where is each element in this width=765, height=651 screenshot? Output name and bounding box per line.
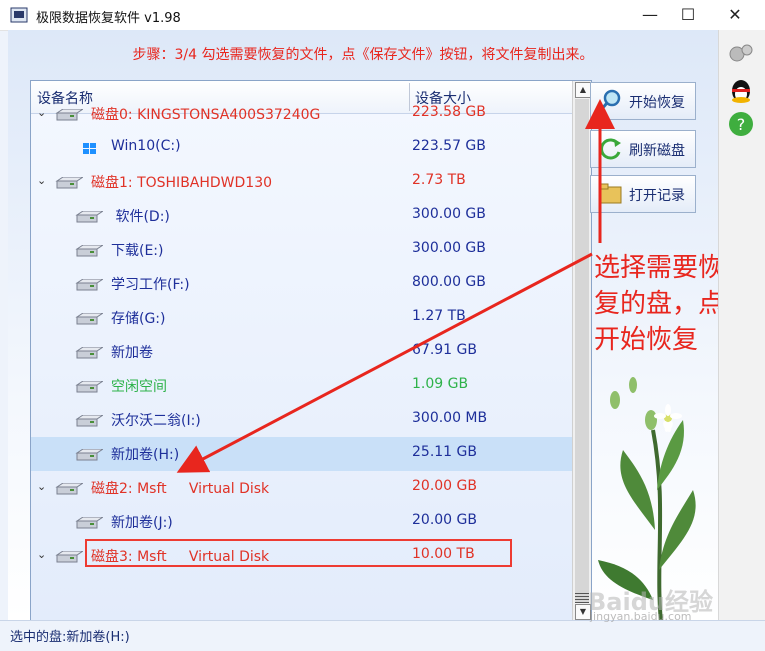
right-side-toolbar: ? xyxy=(718,30,765,620)
main-client-area: 步骤：3/4 勾选需要恢复的文件，点《保存文件》按钮，将文件复制出来。 设备名称… xyxy=(8,30,724,640)
scroll-thumb[interactable] xyxy=(575,99,589,599)
vertical-scrollbar[interactable]: ▲ ▼ xyxy=(572,81,591,621)
scroll-grip xyxy=(575,593,589,603)
chevron-down-icon[interactable]: ⌄ xyxy=(37,548,46,561)
refresh-icon xyxy=(600,138,621,160)
open-log-label: 打开记录 xyxy=(629,188,685,204)
hdd-icon xyxy=(55,177,83,189)
selection-highlight-box xyxy=(85,539,512,567)
device-row[interactable]: 存储(G:) 1.27 TB xyxy=(31,301,572,335)
device-list-panel: 设备名称 设备大小 ⌄ 磁盘0: KINGSTONSA400S37240G 223.… xyxy=(30,80,592,622)
device-name: 磁盘1: TOSHIBAHDWD130 xyxy=(91,175,273,191)
device-size: 223.58 GB xyxy=(412,104,486,120)
device-row-selected[interactable]: 新加卷(H:) 25.11 GB xyxy=(31,437,572,471)
device-name: 软件(D:) xyxy=(111,209,170,225)
device-size: 2.73 TB xyxy=(412,172,466,188)
drive-icon xyxy=(75,279,103,291)
refresh-disks-button[interactable]: 刷新磁盘 xyxy=(590,130,696,168)
device-size: 1.27 TB xyxy=(412,308,466,324)
scroll-up-arrow[interactable]: ▲ xyxy=(575,82,591,98)
device-row[interactable]: ⌄ 磁盘2: Msft Virtual Disk 20.00 GB xyxy=(31,471,572,505)
device-name: 新加卷(H:) xyxy=(111,447,180,463)
device-name: 新加卷(J:) xyxy=(111,515,173,531)
device-size: 67.91 GB xyxy=(412,342,477,358)
window-title: 极限数据恢复软件 v1.98 xyxy=(36,11,181,26)
device-size: 300.00 GB xyxy=(412,206,486,222)
folder-icon xyxy=(598,183,622,204)
app-window: 极限数据恢复软件 v1.98 — ☐ ✕ 步骤：3/4 勾选需要恢复的文件，点《… xyxy=(0,0,765,651)
device-row[interactable]: ⌄ 磁盘1: TOSHIBAHDWD130 2.73 TB xyxy=(31,165,572,199)
drive-icon xyxy=(75,245,103,257)
start-recovery-button[interactable]: 开始恢复 xyxy=(590,82,696,120)
device-size: 300.00 MB xyxy=(412,410,488,426)
device-row[interactable]: 下载(E:) 300.00 GB xyxy=(31,233,572,267)
device-name: 存储(G:) xyxy=(111,311,166,327)
hdd-icon xyxy=(55,483,83,495)
drive-icon xyxy=(75,211,103,223)
windows-icon xyxy=(83,143,96,154)
app-icon xyxy=(10,7,28,23)
drive-icon xyxy=(75,517,103,529)
device-name: 磁盘0: KINGSTONSA400S37240G xyxy=(91,107,321,123)
device-row[interactable]: 空闲空间 1.09 GB xyxy=(31,369,572,403)
device-name: 沃尔沃二翁(I:) xyxy=(111,413,201,429)
device-row[interactable]: 新加卷(J:) 20.00 GB xyxy=(31,505,572,539)
open-log-button[interactable]: 打开记录 xyxy=(590,175,696,213)
device-size: 20.00 GB xyxy=(412,512,477,528)
device-name: Win10(C:) xyxy=(111,138,181,154)
status-text: 选中的盘:新加卷(H:) xyxy=(10,630,130,645)
device-row[interactable]: 新加卷 67.91 GB xyxy=(31,335,572,369)
drive-icon xyxy=(75,381,103,393)
device-name: 空闲空间 xyxy=(111,379,167,395)
chevron-down-icon[interactable]: ⌄ xyxy=(37,480,46,493)
device-name: 下载(E:) xyxy=(111,243,164,259)
device-size: 300.00 GB xyxy=(412,240,486,256)
device-name: 新加卷 xyxy=(111,345,153,361)
close-button[interactable]: ✕ xyxy=(712,0,758,30)
device-row[interactable]: Win10(C:) 223.57 GB xyxy=(31,131,572,165)
device-name: 学习工作(F:) xyxy=(111,277,190,293)
device-name: 磁盘2: Msft Virtual Disk xyxy=(91,481,270,497)
drive-icon xyxy=(75,347,103,359)
hdd-icon xyxy=(55,109,83,121)
drive-icon xyxy=(75,313,103,325)
maximize-button[interactable]: ☐ xyxy=(665,0,711,30)
gears-icon[interactable] xyxy=(727,40,755,68)
svg-text:?: ? xyxy=(737,115,746,134)
qq-penguin-icon[interactable] xyxy=(727,76,755,104)
start-recovery-label: 开始恢复 xyxy=(629,95,685,111)
title-bar[interactable]: 极限数据恢复软件 v1.98 — ☐ ✕ xyxy=(0,0,765,31)
device-row[interactable]: 沃尔沃二翁(I:) 300.00 MB xyxy=(31,403,572,437)
step-instructions: 步骤：3/4 勾选需要恢复的文件，点《保存文件》按钮，将文件复制出来。 xyxy=(132,47,594,63)
drive-icon xyxy=(75,415,103,427)
device-size: 223.57 GB xyxy=(412,138,486,154)
chevron-down-icon[interactable]: ⌄ xyxy=(37,106,46,119)
device-row[interactable]: 学习工作(F:) 800.00 GB xyxy=(31,267,572,301)
status-bar: 选中的盘:新加卷(H:) xyxy=(0,620,765,651)
help-icon[interactable]: ? xyxy=(727,110,755,138)
device-row[interactable]: 软件(D:) 300.00 GB xyxy=(31,199,572,233)
drive-icon xyxy=(75,449,103,461)
device-size: 20.00 GB xyxy=(412,478,477,494)
watermark-url: jingyan.baidu.com xyxy=(590,610,692,623)
chevron-down-icon[interactable]: ⌄ xyxy=(37,174,46,187)
refresh-disks-label: 刷新磁盘 xyxy=(629,143,685,159)
device-size: 800.00 GB xyxy=(412,274,486,290)
device-size: 25.11 GB xyxy=(412,444,477,460)
magnifier-icon xyxy=(598,89,621,112)
hdd-icon xyxy=(55,551,83,563)
device-row[interactable]: ⌄ 磁盘0: KINGSTONSA400S37240G 223.58 GB xyxy=(31,97,572,131)
device-size: 1.09 GB xyxy=(412,376,469,392)
